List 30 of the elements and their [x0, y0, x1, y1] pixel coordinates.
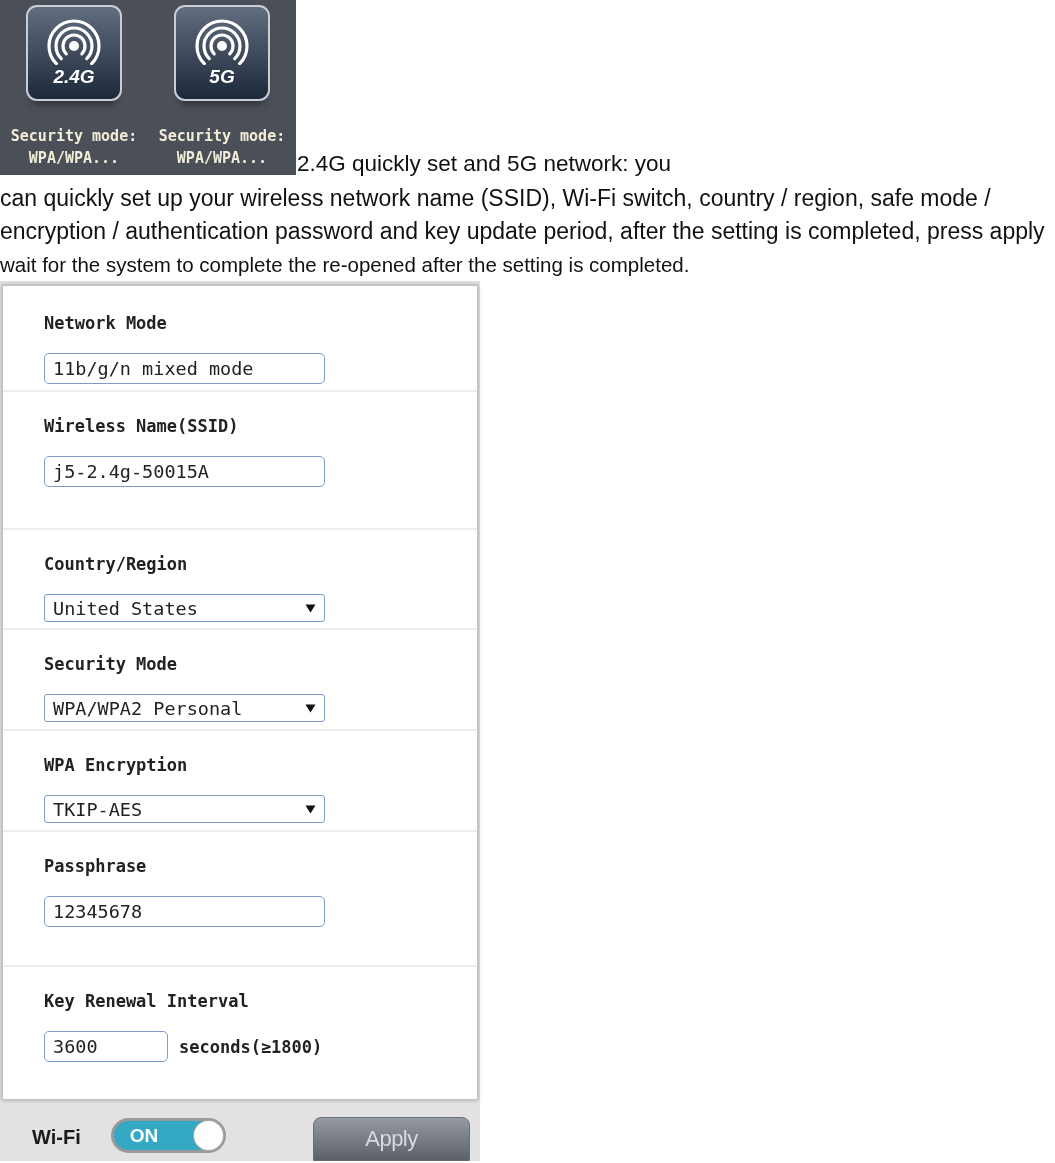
caret-icon [305, 603, 316, 613]
field-label: Network Mode [44, 314, 167, 332]
band-button[interactable]: 2.4G [26, 5, 122, 101]
intro-paragraph: can quickly set up your wireless network name (SSID), Wi-Fi switch, country / region, safe mode / encryption / authentication password and key update period, after the setting is completed, press apply [0, 184, 1046, 246]
unit-label: seconds(≥1800) [179, 1036, 323, 1057]
field-label: Wireless Name(SSID) [44, 417, 239, 435]
band-button[interactable]: 5G [174, 5, 270, 101]
text-field[interactable]: 3600 [44, 1031, 168, 1062]
security-mode-label: Security mode: [158, 126, 286, 147]
field-label: WPA Encryption [44, 756, 188, 774]
security-mode-label: Security mode: [10, 126, 138, 147]
field-label: Key Renewal Interval [44, 992, 249, 1010]
wifi-icon [46, 18, 102, 65]
wifi-label: Wi-Fi [32, 1125, 81, 1149]
security-mode-value: WPA/WPA... [176, 148, 268, 169]
field-label: Passphrase [44, 857, 147, 875]
security-mode-value: WPA/WPA... [28, 148, 120, 169]
caret-icon [305, 703, 316, 713]
dropdown[interactable]: TKIP-AES [44, 795, 325, 823]
wifi-icon [194, 18, 250, 65]
text-field[interactable]: 11b/g/n mixed mode [44, 353, 325, 384]
field-label: Country/Region [44, 555, 188, 573]
field-label: Security Mode [44, 655, 178, 673]
text-field[interactable]: 12345678 [44, 896, 325, 927]
note-text: wait for the system to complete the re-opened after the setting is completed. [0, 252, 691, 278]
dropdown[interactable]: WPA/WPA2 Personal [44, 694, 325, 722]
caret-icon [305, 804, 316, 814]
intro-text: 2.4G quickly set and 5G network: you [297, 153, 671, 175]
dropdown[interactable]: United States [44, 594, 325, 622]
text-field[interactable]: j5-2.4g-50015A [44, 456, 325, 487]
